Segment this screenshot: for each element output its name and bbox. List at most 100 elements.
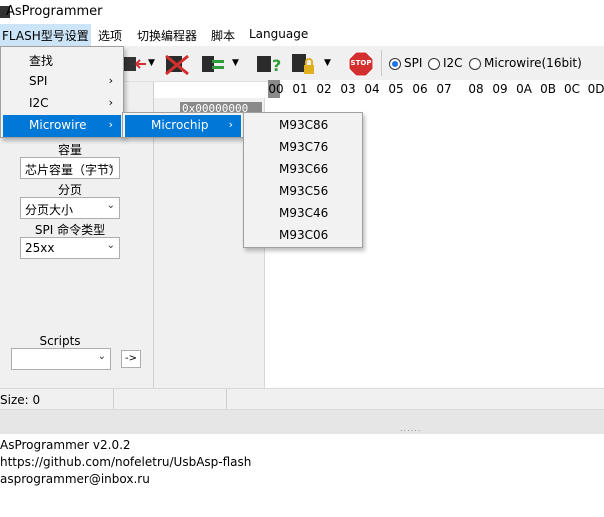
dropdown-arrow-icon[interactable]: ▼ — [232, 58, 239, 68]
microwire-submenu: Microchip › — [122, 112, 244, 138]
hex-col: 09 — [492, 82, 508, 96]
menu-item-chip-model[interactable]: M93C56 — [246, 181, 360, 203]
chip-verify-icon — [202, 56, 224, 72]
chip-model-label: M93C46 — [279, 206, 329, 220]
radio-i2c[interactable] — [428, 58, 440, 70]
menu-item-i2c[interactable]: I2C › — [3, 93, 121, 115]
page-size-select[interactable]: 分页大小 ⌄ — [20, 197, 120, 219]
hex-column-header: 00 01 02 03 04 05 06 07 08 09 0A 0B 0C 0… — [268, 80, 604, 98]
menu-item-chip-model[interactable]: M93C06 — [246, 225, 360, 247]
window-title: AsProgrammer — [6, 4, 103, 19]
chip-erase-button[interactable] — [164, 52, 189, 76]
chevron-down-icon: ⌄ — [106, 160, 115, 171]
menu-item-chip-model[interactable]: M93C66 — [246, 159, 360, 181]
stop-button[interactable]: STOP — [348, 51, 374, 77]
menu-item-search-label: 查找 — [29, 54, 54, 68]
spi-command-select-value: 25xx — [25, 241, 55, 255]
hex-col: 0D — [587, 82, 604, 96]
chip-model-label: M93C76 — [279, 140, 329, 154]
menu-item-chip-model[interactable]: M93C86 — [246, 115, 360, 137]
spi-command-label: SPI 命令类型 — [34, 223, 106, 237]
chip-check-button[interactable]: ? — [255, 52, 281, 76]
scripts-select[interactable]: ⌄ — [11, 348, 111, 370]
chip-model-label: M93C86 — [279, 118, 329, 132]
radio-spi-label: SPI — [404, 56, 423, 70]
hex-col: 04 — [364, 82, 380, 96]
log-line: asprogrammer@inbox.ru — [0, 472, 150, 486]
menu-item-chip-model[interactable]: M93C76 — [246, 137, 360, 159]
dropdown-arrow-icon[interactable]: ▼ — [324, 58, 331, 68]
spi-command-select[interactable]: 25xx ⌄ — [20, 237, 120, 259]
hex-col: 01 — [292, 82, 308, 96]
chip-write-icon — [124, 57, 146, 71]
hex-col: 0C — [563, 82, 580, 96]
chip-erase-icon — [165, 54, 189, 76]
log-output: AsProgrammer v2.0.2 https://github.com/n… — [0, 434, 604, 517]
capacity-label: 容量 — [57, 143, 82, 157]
status-bar: Size: 0 — [0, 388, 604, 410]
chip-check-icon: ? — [257, 56, 281, 75]
radio-i2c-label: I2C — [443, 56, 463, 70]
chevron-right-icon: › — [228, 118, 233, 131]
menu-item-i2c-label: I2C — [29, 96, 49, 110]
menu-switch-programmer[interactable]: 切换编程器 — [137, 27, 197, 44]
flash-model-menu: 查找 SPI › I2C › Microwire › — [0, 46, 124, 138]
menu-item-chip-model[interactable]: M93C46 — [246, 203, 360, 225]
chip-lock-icon — [292, 54, 314, 74]
menu-item-microchip-label: Microchip — [151, 118, 209, 132]
chip-write-button[interactable] — [122, 52, 146, 76]
radio-spi[interactable] — [389, 58, 401, 70]
status-divider — [226, 389, 227, 409]
title-bar: AsProgrammer — [0, 0, 604, 24]
hex-col: 03 — [340, 82, 356, 96]
hex-col: 0A — [516, 82, 532, 96]
menu-item-search[interactable]: 查找 — [3, 49, 121, 71]
menu-options[interactable]: 选项 — [98, 27, 122, 44]
chevron-right-icon: › — [108, 96, 113, 109]
chevron-right-icon: › — [108, 118, 113, 131]
chip-verify-button[interactable] — [200, 52, 224, 76]
menu-language[interactable]: Language — [249, 27, 308, 41]
menu-flash-model[interactable]: FLASH型号设置 — [0, 24, 91, 46]
hex-col: 08 — [468, 82, 484, 96]
chevron-right-icon: › — [108, 74, 113, 87]
run-script-button-label: -> — [125, 353, 137, 364]
hex-col: 02 — [316, 82, 332, 96]
radio-microwire[interactable] — [469, 58, 481, 70]
panel-splitter[interactable]: ...... — [0, 410, 604, 434]
page-size-label: 分页 — [57, 183, 82, 197]
menu-item-spi[interactable]: SPI › — [3, 71, 121, 93]
svg-text:?: ? — [272, 56, 281, 75]
chevron-down-icon: ⌄ — [106, 240, 115, 251]
menu-bar: FLASH型号设置 选项 切换编程器 脚本 Language — [0, 24, 604, 46]
chip-lock-button[interactable] — [290, 52, 314, 76]
toolbar-separator — [381, 50, 382, 76]
menu-item-microwire[interactable]: Microwire › — [3, 115, 121, 137]
chip-model-label: M93C56 — [279, 184, 329, 198]
menu-script[interactable]: 脚本 — [211, 27, 235, 44]
run-script-button[interactable]: -> — [121, 350, 141, 368]
log-line: AsProgrammer v2.0.2 — [0, 438, 131, 452]
menu-flash-model-label: FLASH型号设置 — [2, 29, 89, 43]
chip-model-label: M93C06 — [279, 228, 329, 242]
chevron-down-icon: ⌄ — [97, 351, 106, 362]
menu-item-microwire-label: Microwire — [29, 118, 87, 132]
chevron-down-icon: ⌄ — [106, 200, 115, 211]
page-size-select-value: 分页大小 — [25, 203, 74, 217]
chip-model-label: M93C66 — [279, 162, 329, 176]
hex-col: 00 — [268, 82, 284, 96]
dropdown-arrow-icon[interactable]: ▼ — [148, 58, 155, 68]
menu-item-spi-label: SPI — [29, 74, 48, 88]
status-divider — [113, 389, 114, 409]
microchip-submenu: M93C86 M93C76 M93C66 M93C56 M93C46 M93C0… — [243, 112, 363, 248]
hex-col: 05 — [388, 82, 404, 96]
hex-col: 0B — [540, 82, 556, 96]
capacity-select[interactable]: 芯片容量（字节） ⌄ — [20, 157, 120, 179]
hex-col: 07 — [436, 82, 452, 96]
size-status: Size: 0 — [0, 393, 41, 407]
log-line: https://github.com/nofeletru/UsbAsp-flas… — [0, 455, 252, 469]
scripts-label: Scripts — [39, 334, 81, 348]
menu-item-microchip[interactable]: Microchip › — [125, 115, 241, 137]
radio-microwire-label: Microwire(16bit) — [484, 56, 582, 70]
stop-label: STOP — [350, 59, 372, 67]
